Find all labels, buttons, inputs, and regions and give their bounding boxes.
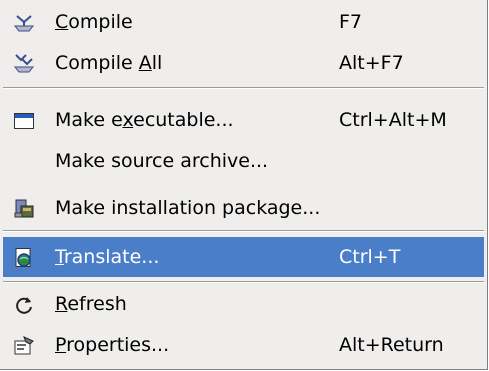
refresh-icon [13, 294, 35, 316]
compile-all-icon [13, 53, 35, 75]
menu-item-label: Compile [55, 11, 133, 33]
window-icon [13, 110, 35, 132]
shortcut-label: Ctrl+Alt+M [339, 109, 447, 131]
menu-item-properties[interactable]: Properties... Alt+Return [3, 325, 484, 365]
properties-icon [13, 335, 35, 357]
menu-item-label: Refresh [55, 293, 127, 315]
menu-item-label: Make source archive... [55, 150, 269, 172]
translate-icon [13, 247, 35, 269]
menu-item-make-source-archive[interactable]: Make source archive... [3, 141, 484, 181]
menu-separator [3, 281, 484, 283]
menu-item-label: Translate... [55, 246, 160, 268]
menu-item-make-executable[interactable]: Make executable... Ctrl+Alt+M [3, 100, 484, 140]
shortcut-label: Alt+Return [339, 334, 444, 356]
menu-separator [3, 87, 484, 89]
build-context-menu: Compile F7 Compile All Alt+F7 Make execu… [0, 0, 488, 370]
menu-separator [3, 230, 484, 232]
shortcut-label: Alt+F7 [339, 52, 404, 74]
menu-item-translate[interactable]: Translate... Ctrl+T [3, 237, 484, 277]
compile-icon [13, 12, 35, 34]
menu-item-compile-all[interactable]: Compile All Alt+F7 [3, 43, 484, 83]
menu-item-label: Compile All [55, 52, 163, 74]
installer-icon [13, 198, 35, 220]
menu-item-label: Make installation package... [55, 197, 321, 219]
menu-item-label: Make executable... [55, 109, 234, 131]
menu-item-label: Properties... [55, 334, 170, 356]
menu-item-refresh[interactable]: Refresh [3, 284, 484, 324]
shortcut-label: Ctrl+T [339, 246, 401, 268]
menu-item-make-installation-package[interactable]: Make installation package... [3, 188, 484, 228]
shortcut-label: F7 [339, 11, 363, 33]
menu-item-compile[interactable]: Compile F7 [3, 2, 484, 42]
